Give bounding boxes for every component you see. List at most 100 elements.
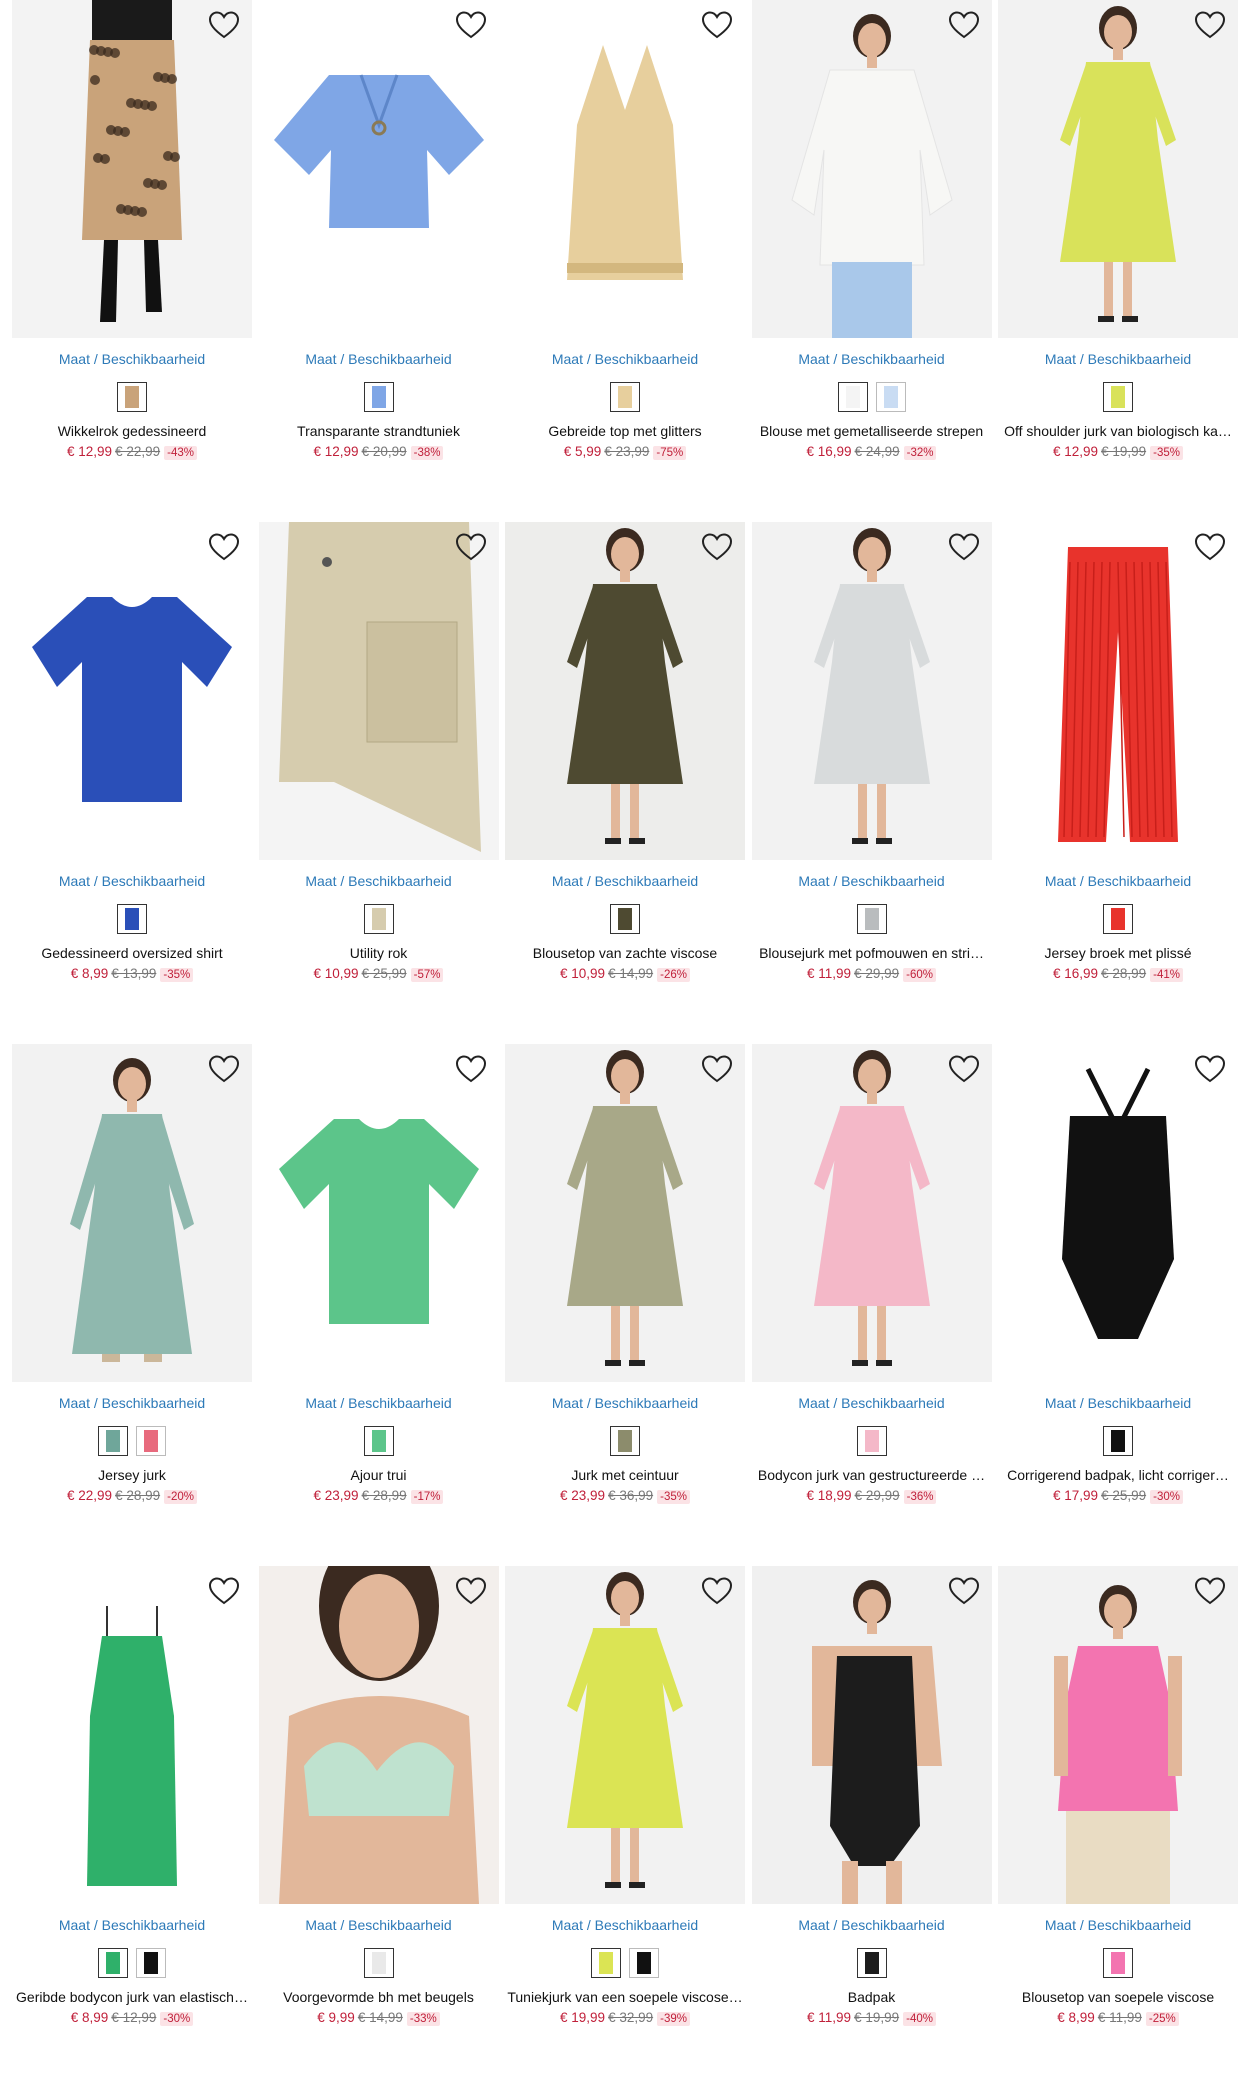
size-availability-link[interactable]: Maat / Beschikbaarheid	[259, 1916, 499, 1934]
product-card[interactable]: Maat / Beschikbaarheid Jurk met ceintuur…	[505, 1044, 745, 1566]
product-name[interactable]: Jersey jurk	[12, 1466, 252, 1484]
product-name[interactable]: Geribde bodycon jurk van elastisch…	[12, 1988, 252, 2006]
product-card[interactable]: Maat / Beschikbaarheid Jersey broek met …	[998, 522, 1238, 1044]
color-swatch[interactable]	[1103, 1426, 1133, 1456]
product-name[interactable]: Wikkelrok gedessineerd	[12, 422, 252, 440]
size-availability-link[interactable]: Maat / Beschikbaarheid	[259, 1394, 499, 1412]
color-swatch[interactable]	[629, 1948, 659, 1978]
size-availability-link[interactable]: Maat / Beschikbaarheid	[259, 350, 499, 368]
product-card[interactable]: Maat / Beschikbaarheid Bodycon jurk van …	[751, 1044, 992, 1566]
color-swatch[interactable]	[136, 1426, 166, 1456]
wishlist-button[interactable]	[701, 532, 733, 562]
wishlist-button[interactable]	[455, 1576, 487, 1606]
color-swatch[interactable]	[856, 1948, 887, 1978]
size-availability-link[interactable]: Maat / Beschikbaarheid	[12, 350, 252, 368]
size-availability-link[interactable]: Maat / Beschikbaarheid	[12, 872, 252, 890]
product-image[interactable]	[998, 0, 1238, 338]
product-image[interactable]	[12, 1044, 252, 1382]
product-card[interactable]: Maat / Beschikbaarheid Blouse met gemeta…	[751, 0, 992, 522]
color-swatch[interactable]	[117, 382, 147, 412]
color-swatch[interactable]	[117, 904, 147, 934]
product-name[interactable]: Tuniekjurk van een soepele viscose…	[505, 1988, 745, 2006]
product-image[interactable]	[505, 1044, 745, 1382]
size-availability-link[interactable]: Maat / Beschikbaarheid	[505, 350, 745, 368]
product-card[interactable]: Maat / Beschikbaarheid Gedessineerd over…	[12, 522, 252, 1044]
color-swatch[interactable]	[363, 1426, 394, 1456]
color-swatch[interactable]	[1103, 1948, 1133, 1978]
product-name[interactable]: Voorgevormde bh met beugels	[259, 1988, 499, 2006]
product-image[interactable]	[998, 1044, 1238, 1382]
color-swatch[interactable]	[98, 1426, 128, 1456]
product-card[interactable]: Maat / Beschikbaarheid Off shoulder jurk…	[998, 0, 1238, 522]
size-availability-link[interactable]: Maat / Beschikbaarheid	[505, 872, 745, 890]
product-card[interactable]: Maat / Beschikbaarheid Jersey jurk € 22,…	[12, 1044, 252, 1566]
color-swatch[interactable]	[875, 382, 906, 412]
product-image[interactable]	[751, 1044, 992, 1382]
product-name[interactable]: Ajour trui	[259, 1466, 499, 1484]
wishlist-button[interactable]	[1194, 1576, 1226, 1606]
product-card[interactable]: Maat / Beschikbaarheid Wikkelrok gedessi…	[12, 0, 252, 522]
color-swatch[interactable]	[363, 1948, 394, 1978]
color-swatch[interactable]	[591, 1948, 621, 1978]
wishlist-button[interactable]	[1194, 1054, 1226, 1084]
product-name[interactable]: Badpak	[752, 1988, 992, 2006]
wishlist-button[interactable]	[208, 1054, 240, 1084]
product-name[interactable]: Transparante strandtuniek	[259, 422, 499, 440]
product-card[interactable]: Maat / Beschikbaarheid Blousetop van zac…	[505, 522, 745, 1044]
size-availability-link[interactable]: Maat / Beschikbaarheid	[998, 1394, 1238, 1412]
wishlist-button[interactable]	[208, 10, 240, 40]
product-name[interactable]: Corrigerend badpak, licht corriger…	[998, 1466, 1238, 1484]
product-name[interactable]: Blouse met gemetalliseerde strepen	[752, 422, 992, 440]
color-swatch[interactable]	[610, 904, 640, 934]
product-image[interactable]	[505, 522, 745, 860]
product-image[interactable]	[12, 1566, 252, 1904]
product-card[interactable]: Maat / Beschikbaarheid Tuniekjurk van ee…	[505, 1566, 745, 2088]
product-image[interactable]	[998, 1566, 1238, 1904]
wishlist-button[interactable]	[455, 532, 487, 562]
wishlist-button[interactable]	[701, 1576, 733, 1606]
product-image[interactable]	[12, 0, 252, 338]
wishlist-button[interactable]	[1194, 10, 1226, 40]
color-swatch[interactable]	[610, 382, 640, 412]
product-card[interactable]: Maat / Beschikbaarheid Utility rok € 10,…	[258, 522, 499, 1044]
product-card[interactable]: Maat / Beschikbaarheid Geribde bodycon j…	[12, 1566, 252, 2088]
color-swatch[interactable]	[837, 382, 868, 412]
wishlist-button[interactable]	[701, 10, 733, 40]
wishlist-button[interactable]	[948, 532, 980, 562]
wishlist-button[interactable]	[701, 1054, 733, 1084]
product-image[interactable]	[751, 1566, 992, 1904]
wishlist-button[interactable]	[208, 1576, 240, 1606]
size-availability-link[interactable]: Maat / Beschikbaarheid	[998, 350, 1238, 368]
product-image[interactable]	[258, 1566, 499, 1904]
product-name[interactable]: Jurk met ceintuur	[505, 1466, 745, 1484]
product-image[interactable]	[258, 0, 499, 338]
size-availability-link[interactable]: Maat / Beschikbaarheid	[998, 872, 1238, 890]
product-card[interactable]: Maat / Beschikbaarheid Ajour trui € 23,9…	[258, 1044, 499, 1566]
product-name[interactable]: Gedessineerd oversized shirt	[12, 944, 252, 962]
color-swatch[interactable]	[1103, 904, 1133, 934]
product-image[interactable]	[258, 1044, 499, 1382]
wishlist-button[interactable]	[208, 532, 240, 562]
product-image[interactable]	[751, 522, 992, 860]
size-availability-link[interactable]: Maat / Beschikbaarheid	[752, 872, 992, 890]
size-availability-link[interactable]: Maat / Beschikbaarheid	[12, 1916, 252, 1934]
size-availability-link[interactable]: Maat / Beschikbaarheid	[505, 1394, 745, 1412]
color-swatch[interactable]	[610, 1426, 640, 1456]
wishlist-button[interactable]	[948, 1576, 980, 1606]
product-name[interactable]: Blousetop van zachte viscose	[505, 944, 745, 962]
color-swatch[interactable]	[856, 904, 887, 934]
wishlist-button[interactable]	[455, 10, 487, 40]
color-swatch[interactable]	[1103, 382, 1133, 412]
size-availability-link[interactable]: Maat / Beschikbaarheid	[752, 1916, 992, 1934]
wishlist-button[interactable]	[948, 1054, 980, 1084]
product-image[interactable]	[12, 522, 252, 860]
product-image[interactable]	[505, 1566, 745, 1904]
size-availability-link[interactable]: Maat / Beschikbaarheid	[259, 872, 499, 890]
product-name[interactable]: Jersey broek met plissé	[998, 944, 1238, 962]
product-card[interactable]: Maat / Beschikbaarheid Blousejurk met po…	[751, 522, 992, 1044]
size-availability-link[interactable]: Maat / Beschikbaarheid	[998, 1916, 1238, 1934]
product-name[interactable]: Utility rok	[259, 944, 499, 962]
color-swatch[interactable]	[363, 382, 394, 412]
wishlist-button[interactable]	[948, 10, 980, 40]
product-name[interactable]: Off shoulder jurk van biologisch ka…	[998, 422, 1238, 440]
